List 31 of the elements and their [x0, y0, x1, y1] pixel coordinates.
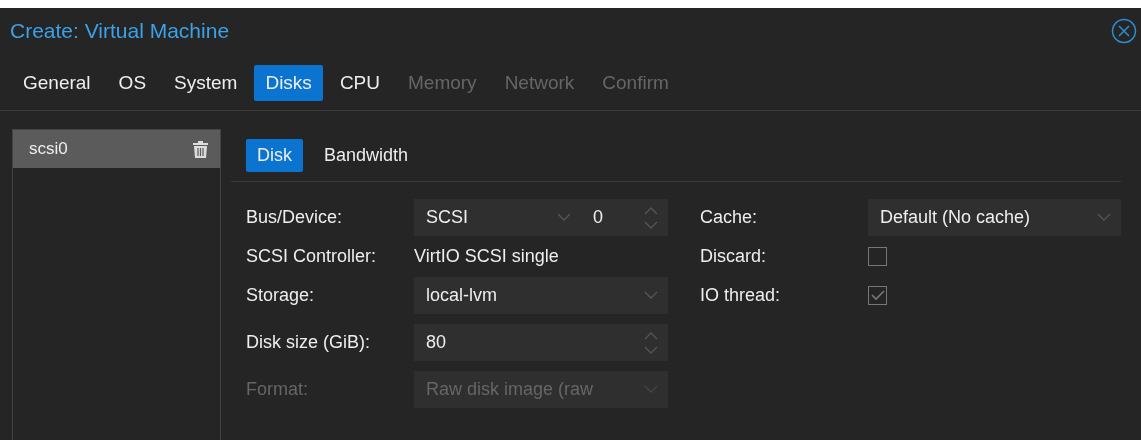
wizard-tab[interactable]: CPU	[328, 65, 391, 101]
checkbox[interactable]	[868, 286, 887, 305]
select-field[interactable]: local-lvm	[414, 277, 668, 314]
trash-icon[interactable]	[193, 140, 208, 158]
chevron-down-icon[interactable]	[557, 213, 571, 222]
disk-tab[interactable]: Bandwidth	[313, 138, 420, 172]
field-label: Storage:	[246, 285, 316, 306]
wizard-tab[interactable]: General	[12, 65, 102, 101]
disk-tab[interactable]: Disk	[246, 138, 303, 172]
field-label: Cache:	[700, 207, 759, 228]
wizard-tab[interactable]: Disks	[254, 65, 323, 101]
chevron-down-icon[interactable]	[1097, 213, 1111, 222]
close-icon	[1111, 18, 1137, 44]
field-label: Bus/Device:	[246, 207, 344, 228]
field-label: SCSI Controller:	[246, 246, 378, 267]
disk-list-item[interactable]: scsi0	[13, 130, 220, 168]
field-label: Discard:	[700, 246, 767, 267]
field-label: Format:	[246, 379, 309, 400]
field-value: VirtIO SCSI single	[414, 246, 560, 267]
number-field[interactable]: 0	[581, 199, 668, 236]
field-label: Disk size (GiB):	[246, 332, 371, 353]
select-field[interactable]: SCSI	[414, 199, 581, 236]
wizard-tab[interactable]: OS	[107, 65, 158, 101]
wizard-tab[interactable]: System	[163, 65, 249, 101]
chevron-down-icon[interactable]	[644, 291, 658, 300]
select-field[interactable]: Default (No cache)	[868, 199, 1121, 236]
checkbox[interactable]	[868, 247, 887, 266]
number-field[interactable]: 80	[414, 324, 668, 361]
field-label: IO thread:	[700, 285, 782, 306]
close-button[interactable]	[1111, 18, 1137, 44]
window-title: Create: Virtual Machine	[10, 19, 230, 43]
